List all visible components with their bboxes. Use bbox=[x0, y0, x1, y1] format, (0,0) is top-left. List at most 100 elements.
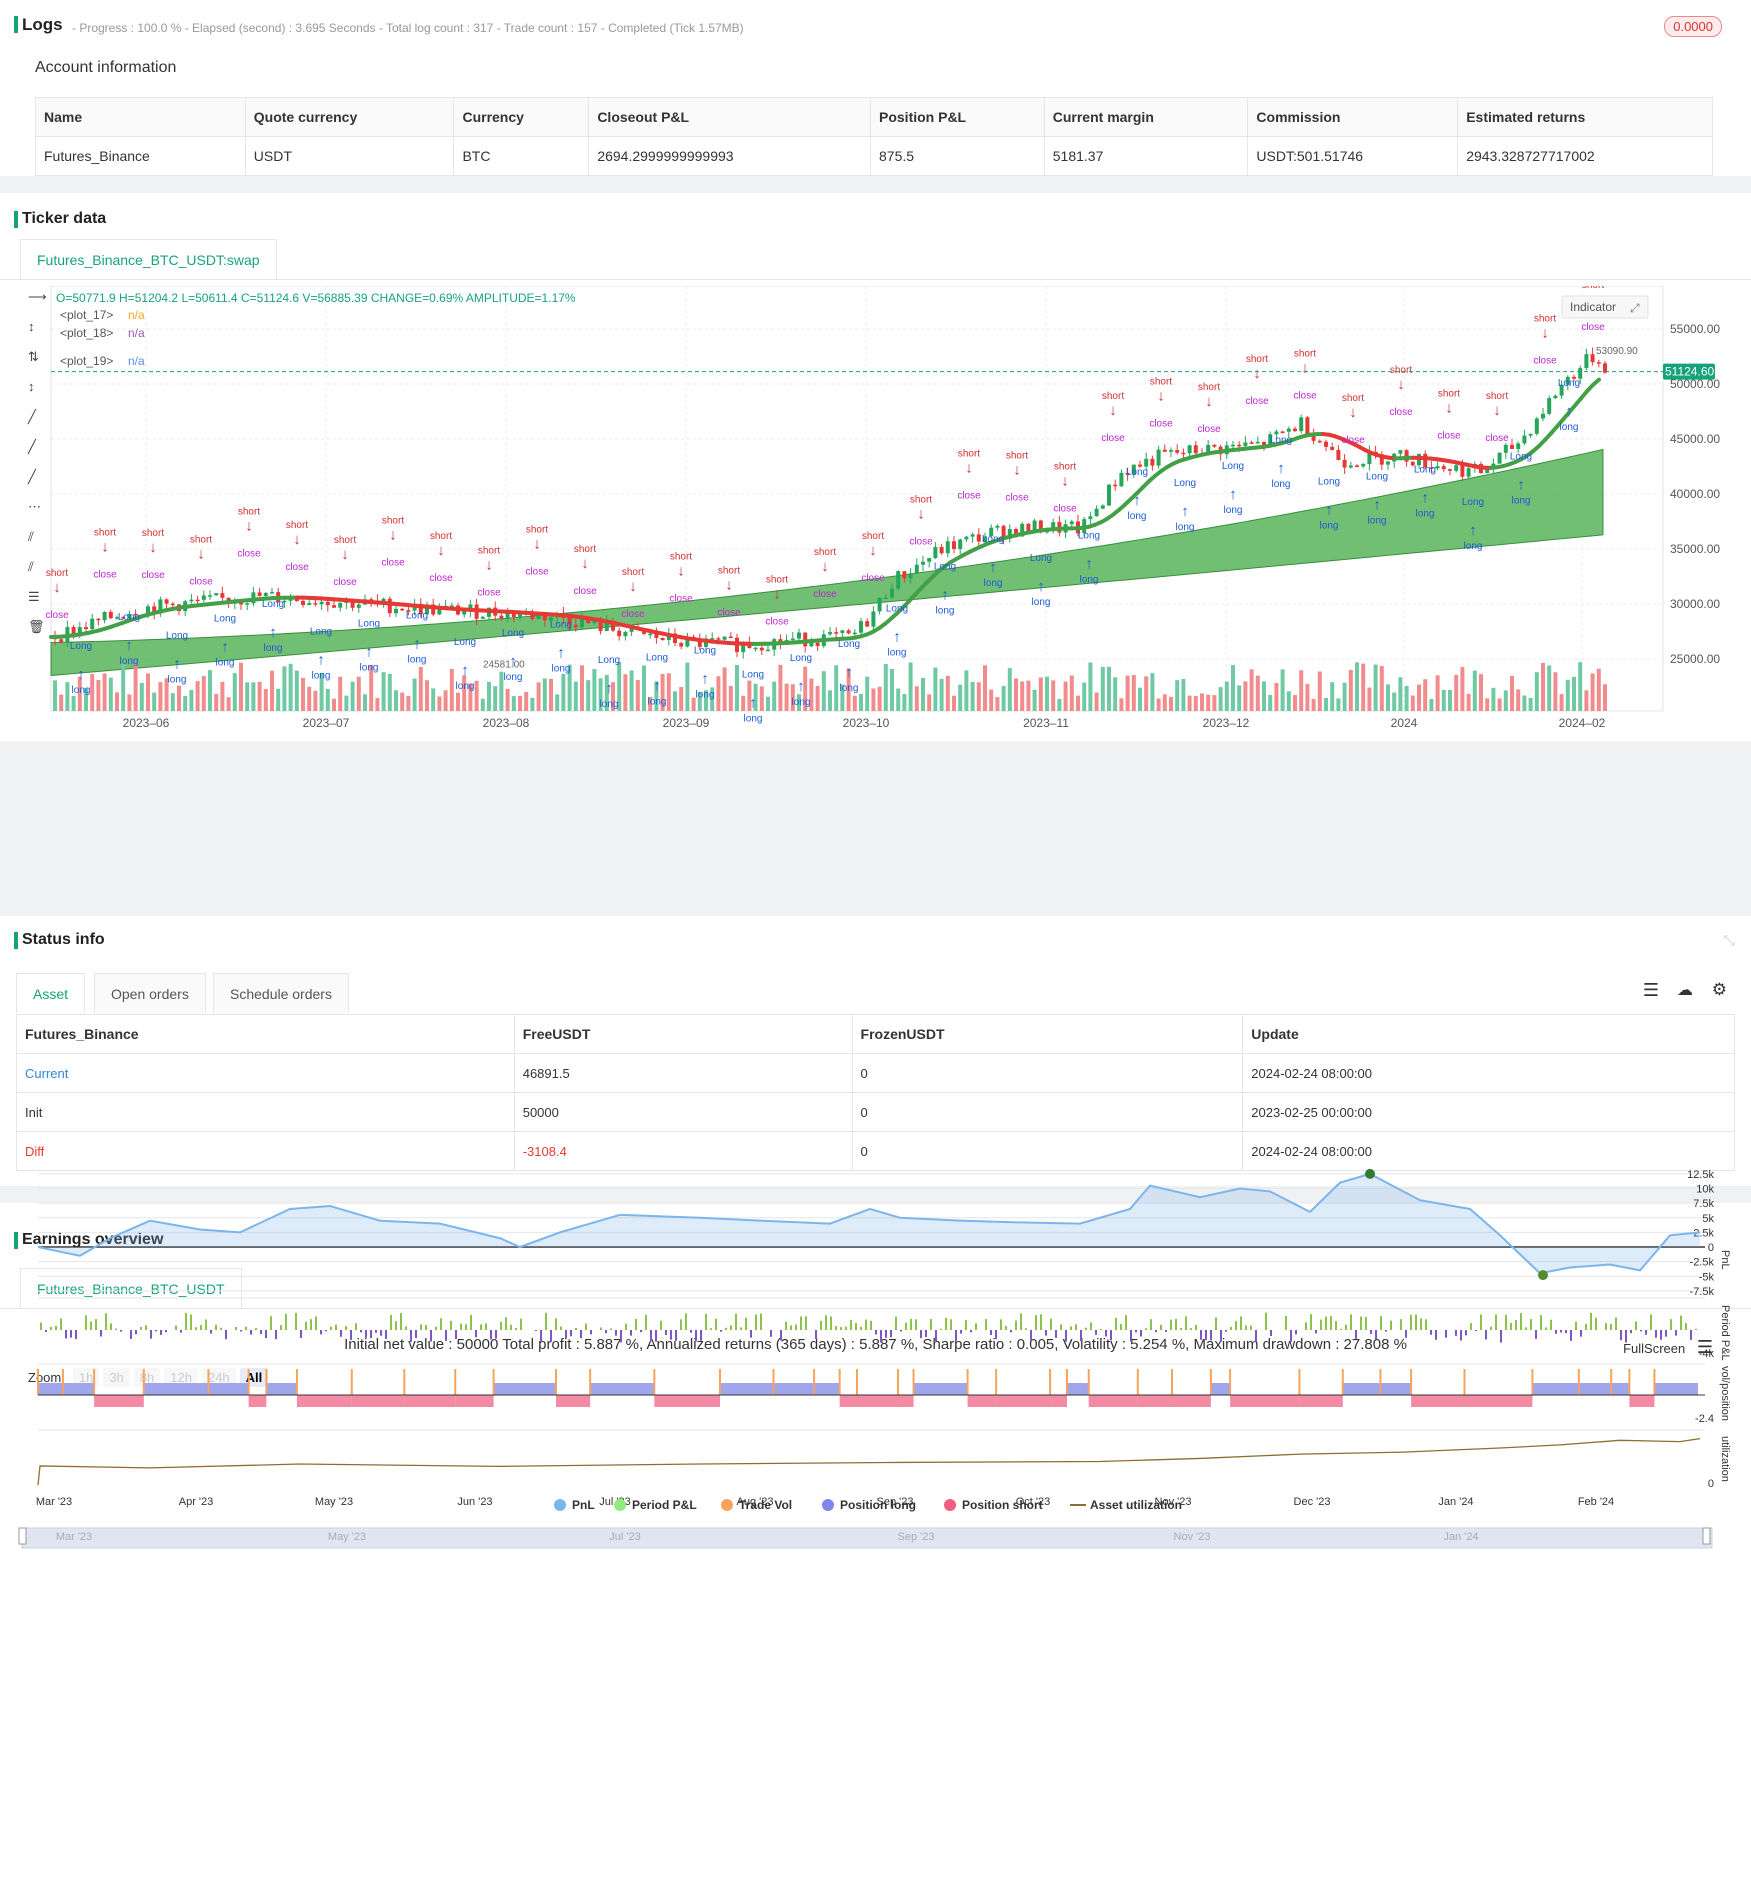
volume-bar bbox=[722, 667, 727, 711]
period-pnl-bar bbox=[1050, 1318, 1052, 1330]
candle-body bbox=[1336, 449, 1341, 460]
volume-bar bbox=[201, 676, 206, 711]
max-marker bbox=[1365, 1168, 1375, 1179]
candle-body bbox=[958, 539, 963, 550]
period-pnl-bar bbox=[1185, 1316, 1187, 1330]
arrow-up-icon: ↑ bbox=[893, 628, 901, 645]
cloud-download-icon[interactable]: ☁ bbox=[1677, 980, 1693, 1000]
volume-bar bbox=[958, 684, 963, 711]
close-signal-label: close bbox=[333, 577, 357, 588]
candle-body bbox=[1342, 459, 1347, 468]
asset-table: Futures_Binance FreeUSDT FrozenUSDT Update … bbox=[16, 1014, 1735, 1171]
long-signal-label: long bbox=[120, 656, 139, 667]
candle-body bbox=[245, 603, 250, 605]
asset-header-1: FreeUSDT bbox=[513, 1014, 853, 1054]
volume-bar bbox=[883, 664, 888, 711]
volume-bar bbox=[387, 673, 392, 711]
period-pnl-bar bbox=[1250, 1325, 1252, 1330]
tab-schedule-orders[interactable]: Schedule orders bbox=[213, 973, 349, 1013]
drawing-tool-icon: ⋯ bbox=[28, 499, 41, 514]
account-header-2: Currency bbox=[453, 97, 590, 137]
short-signal-label: short bbox=[1102, 391, 1124, 402]
status-badge: 0.0000 bbox=[1664, 16, 1722, 37]
volume-bar bbox=[679, 687, 684, 711]
period-pnl-bar bbox=[745, 1317, 747, 1330]
candlestick-chart: 55000.0050000.0045000.0040000.0035000.00… bbox=[27, 286, 1720, 730]
volume-bar bbox=[1007, 668, 1012, 711]
volume-bar bbox=[480, 698, 485, 711]
volume-bar bbox=[363, 694, 367, 711]
account-header-5: Current margin bbox=[1043, 97, 1249, 137]
pnl-tick-label: 10k bbox=[1696, 1184, 1714, 1196]
long-signal-label: long bbox=[312, 670, 331, 681]
long-entry-label: Long bbox=[70, 641, 92, 652]
candle-body bbox=[834, 632, 839, 634]
volume-bar bbox=[449, 668, 454, 711]
volume-bar bbox=[1528, 697, 1533, 711]
period-pnl-bar bbox=[1565, 1330, 1567, 1334]
short-signal-label: short bbox=[862, 531, 884, 542]
status-section: Status info ⤡ Asset Open orders Schedule… bbox=[0, 916, 1751, 1186]
arrow-down-icon: ↓ bbox=[149, 539, 157, 556]
period-pnl-bar bbox=[285, 1313, 287, 1330]
period-pnl-bar bbox=[930, 1318, 932, 1330]
period-pnl-bar bbox=[455, 1330, 457, 1340]
tab-ticker-symbol[interactable]: Futures_Binance_BTC_USDT:swap bbox=[20, 239, 277, 279]
position-short-block bbox=[296, 1395, 352, 1407]
x-tick-label: 2023–12 bbox=[1203, 716, 1250, 730]
gear-icon[interactable]: ⚙ bbox=[1712, 980, 1727, 1000]
long-entry-label: Long bbox=[1270, 435, 1292, 446]
volume-bar bbox=[133, 662, 138, 711]
candle-body bbox=[170, 603, 175, 606]
volume-bar bbox=[1435, 675, 1440, 711]
arrow-up-icon: ↑ bbox=[1085, 555, 1093, 572]
tab-asset[interactable]: Asset bbox=[16, 973, 86, 1013]
candle-body bbox=[301, 600, 305, 606]
period-pnl-bar bbox=[445, 1330, 447, 1341]
list-icon[interactable]: ☰ bbox=[1643, 980, 1659, 1001]
period-pnl-bar bbox=[690, 1330, 692, 1333]
collapse-icon[interactable]: ⤡ bbox=[1724, 932, 1735, 949]
period-pnl-bar bbox=[1220, 1330, 1222, 1342]
candle-body bbox=[1299, 417, 1304, 432]
candle-body bbox=[976, 534, 981, 542]
period-pnl-bar bbox=[405, 1326, 407, 1330]
asset-cell[interactable]: Current bbox=[16, 1053, 515, 1093]
position-long-block bbox=[913, 1383, 968, 1395]
period-pnl-bar bbox=[1655, 1330, 1657, 1338]
long-entry-label: Long bbox=[646, 652, 668, 663]
volume-bar bbox=[623, 674, 628, 711]
close-signal-label: close bbox=[381, 557, 405, 568]
arrow-up-icon: ↑ bbox=[269, 624, 277, 641]
y-tick-label: 55000.00 bbox=[1670, 322, 1720, 336]
period-pnl-bar bbox=[1435, 1330, 1437, 1340]
close-signal-label: close bbox=[1053, 503, 1077, 514]
period-pnl-bar bbox=[1160, 1324, 1162, 1330]
asset-header-3: Update bbox=[1242, 1014, 1735, 1054]
arrow-down-icon: ↓ bbox=[1013, 462, 1021, 479]
volume-bar bbox=[914, 686, 919, 711]
arrow-down-icon: ↓ bbox=[869, 542, 877, 559]
close-signal-label: close bbox=[285, 562, 309, 573]
volume-bar bbox=[524, 691, 529, 711]
close-signal-label: close bbox=[861, 573, 885, 584]
period-pnl-bar bbox=[85, 1315, 87, 1330]
period-pnl-bar bbox=[1665, 1330, 1667, 1337]
axis-label-pnl: PnL bbox=[1719, 1250, 1731, 1270]
candle-body bbox=[914, 564, 919, 574]
navigator-tick: May '23 bbox=[328, 1531, 366, 1543]
period-pnl-bar bbox=[360, 1330, 362, 1333]
y-tick-label: 30000.00 bbox=[1670, 597, 1720, 611]
volume-bar bbox=[456, 692, 460, 711]
period-pnl-bar bbox=[335, 1324, 337, 1330]
arrow-up-icon: ↑ bbox=[653, 677, 661, 694]
volume-bar bbox=[970, 681, 975, 711]
candle-body bbox=[518, 614, 522, 618]
x-tick-label: Jan '24 bbox=[1438, 1496, 1473, 1508]
period-pnl-bar bbox=[1385, 1330, 1387, 1332]
tab-open-orders[interactable]: Open orders bbox=[94, 973, 206, 1013]
asset-cell: 2024-02-24 08:00:00 bbox=[1242, 1053, 1735, 1093]
short-signal-label: short bbox=[334, 535, 356, 546]
period-pnl-bar bbox=[640, 1330, 642, 1333]
short-signal-label: short bbox=[670, 552, 692, 563]
